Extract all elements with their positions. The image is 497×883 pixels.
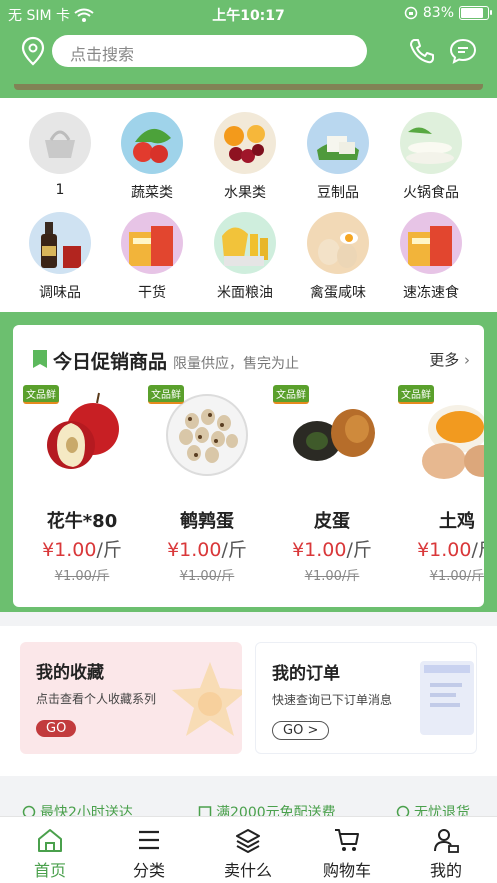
more-label: 更多 (429, 351, 460, 369)
tab-label: 我的 (429, 861, 462, 880)
category-label: 禽蛋咸味 (310, 285, 366, 301)
frozen-food-icon (400, 212, 462, 274)
category-label: 干货 (138, 285, 166, 301)
location-pin-icon[interactable] (20, 36, 46, 66)
product-price: ¥1.00/斤 (167, 539, 247, 561)
product-card[interactable]: 文品鲜 花牛*80 ¥1.00/斤 ¥1.00/斤 (21, 377, 143, 587)
tab-label: 分类 (132, 861, 165, 880)
order-list-icon (420, 661, 474, 735)
user-icon (434, 829, 459, 853)
cart-icon (335, 829, 359, 851)
category-item[interactable]: 豆制品 (292, 112, 384, 212)
eggs-icon (307, 212, 369, 274)
product-card[interactable]: 文品鲜 土鸡 ¥1.00/斤 ¥1.00/斤 (396, 377, 484, 587)
tab-profile[interactable]: 我的 (401, 827, 491, 881)
tab-label: 购物车 (322, 861, 371, 880)
favorites-go-button[interactable]: GO (36, 720, 77, 737)
favorites-desc: 点击查看个人收藏系列 (36, 692, 157, 706)
banner-edge (14, 84, 483, 90)
sauce-icon (29, 212, 91, 274)
category-label: 1 (55, 182, 65, 198)
fruits-icon (214, 112, 276, 174)
category-item[interactable]: 火锅食品 (385, 112, 477, 212)
favorites-card[interactable]: 我的收藏 点击查看个人收藏系列 GO (20, 642, 242, 754)
category-label: 豆制品 (317, 185, 359, 201)
product-old-price: ¥1.00/斤 (429, 569, 484, 584)
category-label: 米面粮油 (217, 285, 273, 301)
category-label: 火锅食品 (403, 185, 459, 201)
tab-cart[interactable]: 购物车 (302, 827, 392, 881)
status-bar: 无 SIM 卡 上午10:17 83% (0, 0, 497, 28)
category-item[interactable]: 米面粮油 (199, 212, 291, 312)
favorites-title: 我的收藏 (36, 663, 104, 683)
header-bar: 无 SIM 卡 上午10:17 83% 点击搜索 (0, 0, 497, 98)
battery-icon (459, 6, 492, 20)
tofu-icon (307, 112, 369, 174)
category-item[interactable]: 调味品 (14, 212, 106, 312)
category-label: 水果类 (224, 185, 266, 201)
radish-icon (400, 112, 462, 174)
promo-card: 今日促销商品 限量供应，售完为止 更多 › 文品鲜 花牛*80 ¥1.00/斤 … (13, 325, 484, 607)
product-price: ¥1.00/斤 (417, 539, 484, 561)
layers-icon (236, 829, 260, 853)
promo-subtitle: 限量供应，售完为止 (173, 356, 300, 372)
product-name: 皮蛋 (314, 511, 350, 532)
product-card[interactable]: 文品鲜 皮蛋 ¥1.00/斤 ¥1.00/斤 (271, 377, 393, 587)
tab-category[interactable]: 分类 (104, 827, 194, 881)
battery-percent: 83% (422, 5, 454, 21)
product-card[interactable]: 文品鲜 鹌鹑蛋 ¥1.00/斤 ¥1.00/斤 (146, 377, 268, 587)
shortcut-cards: 我的收藏 点击查看个人收藏系列 GO 我的订单 快速查询已下订单消息 GO > (0, 626, 497, 776)
orders-go-button[interactable]: GO > (272, 721, 330, 740)
more-link[interactable]: 更多 › (429, 349, 470, 370)
tab-label: 卖什么 (223, 861, 272, 880)
category-item[interactable]: 干货 (106, 212, 198, 312)
star-icon (172, 662, 242, 736)
brand-logo: 文品鲜 (23, 385, 59, 404)
orders-title: 我的订单 (272, 664, 340, 684)
category-grid: 1 蔬菜类 水果类 豆制品 火锅食品 调味品 干货 米面粮油 禽蛋咸味 速冻速食 (0, 98, 497, 312)
category-item[interactable]: 蔬菜类 (106, 112, 198, 212)
tab-bar: 首页 分类 卖什么 购物车 我的 (0, 816, 497, 883)
chevron-right-icon: › (464, 351, 470, 369)
promo-section: 今日促销商品 限量供应，售完为止 更多 › 文品鲜 花牛*80 ¥1.00/斤 … (0, 312, 497, 612)
category-label: 调味品 (39, 285, 81, 301)
tab-sell[interactable]: 卖什么 (203, 827, 293, 881)
brand-logo: 文品鲜 (273, 385, 309, 404)
product-price: ¥1.00/斤 (42, 539, 122, 561)
product-name: 土鸡 (439, 511, 475, 532)
category-item[interactable]: 禽蛋咸味 (292, 212, 384, 312)
brand-logo: 文品鲜 (398, 385, 434, 404)
rotation-lock-icon (404, 6, 418, 20)
grain-oil-icon (214, 212, 276, 274)
category-label: 蔬菜类 (131, 185, 173, 201)
category-label: 速冻速食 (403, 285, 459, 301)
search-placeholder: 点击搜索 (70, 45, 135, 64)
vegetables-icon (121, 112, 183, 174)
message-icon[interactable] (448, 37, 478, 65)
dried-goods-icon (121, 212, 183, 274)
product-price: ¥1.00/斤 (292, 539, 372, 561)
promo-title: 今日促销商品 (53, 351, 168, 373)
basket-icon (29, 112, 91, 174)
tab-home[interactable]: 首页 (5, 827, 95, 881)
category-item[interactable]: 1 (14, 112, 106, 212)
flag-icon (33, 350, 47, 368)
phone-icon[interactable] (408, 37, 436, 65)
product-old-price: ¥1.00/斤 (179, 569, 235, 584)
home-icon (38, 829, 62, 852)
product-name: 鹌鹑蛋 (180, 511, 234, 532)
list-icon (139, 830, 159, 850)
orders-card[interactable]: 我的订单 快速查询已下订单消息 GO > (255, 642, 477, 754)
category-item[interactable]: 水果类 (199, 112, 291, 212)
search-input[interactable]: 点击搜索 (52, 35, 367, 67)
orders-desc: 快速查询已下订单消息 (272, 693, 393, 707)
brand-logo: 文品鲜 (148, 385, 184, 404)
product-old-price: ¥1.00/斤 (304, 569, 360, 584)
category-item[interactable]: 速冻速食 (385, 212, 477, 312)
tab-label: 首页 (33, 861, 66, 880)
product-name: 花牛*80 (46, 511, 118, 532)
product-old-price: ¥1.00/斤 (54, 569, 110, 584)
